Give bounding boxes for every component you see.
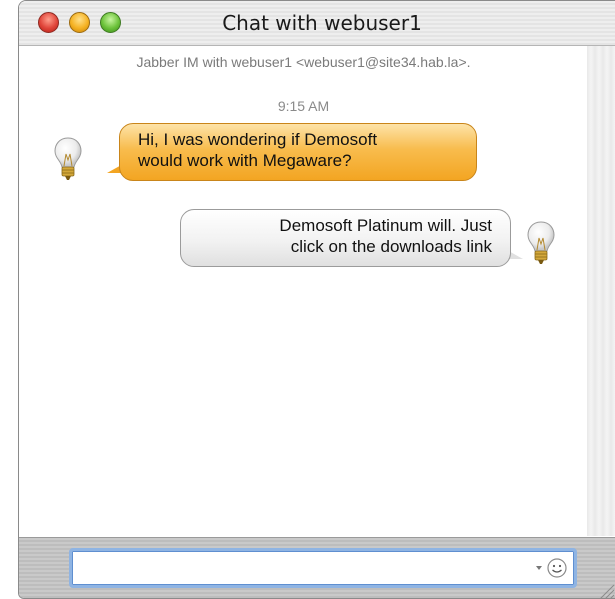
smiley-icon [547,558,567,578]
message-text-line: Demosoft Platinum will. Just [279,216,492,235]
chevron-down-icon [536,566,542,570]
message-input[interactable] [69,548,577,588]
message-text-line: click on the downloads link [290,237,492,256]
title-bar[interactable]: Chat with webuser1 [19,1,615,46]
scrollbar-track[interactable] [587,46,615,536]
window-title: Chat with webuser1 [222,11,422,35]
emoticon-picker-button[interactable] [533,557,571,579]
message-timestamp: 9:15 AM [277,98,330,114]
conversation-header: Jabber IM with webuser1 <webuser1@site34… [136,54,471,70]
message-text-line: would work with Megaware? [138,151,352,170]
resize-grip[interactable] [593,579,615,599]
incoming-message-bubble: Hi, I was wondering if Demosoft would wo… [119,123,477,181]
chat-window: Chat with webuser1 Jabber IM with webuse… [18,0,615,599]
lightbulb-icon [527,221,555,264]
outgoing-message-bubble: Demosoft Platinum will. Just click on th… [180,209,511,267]
compose-bar [19,537,615,599]
message-text-line: Hi, I was wondering if Demosoft [138,130,378,149]
chat-transcript[interactable]: Jabber IM with webuser1 <webuser1@site34… [19,46,589,536]
lightbulb-icon [54,137,82,180]
